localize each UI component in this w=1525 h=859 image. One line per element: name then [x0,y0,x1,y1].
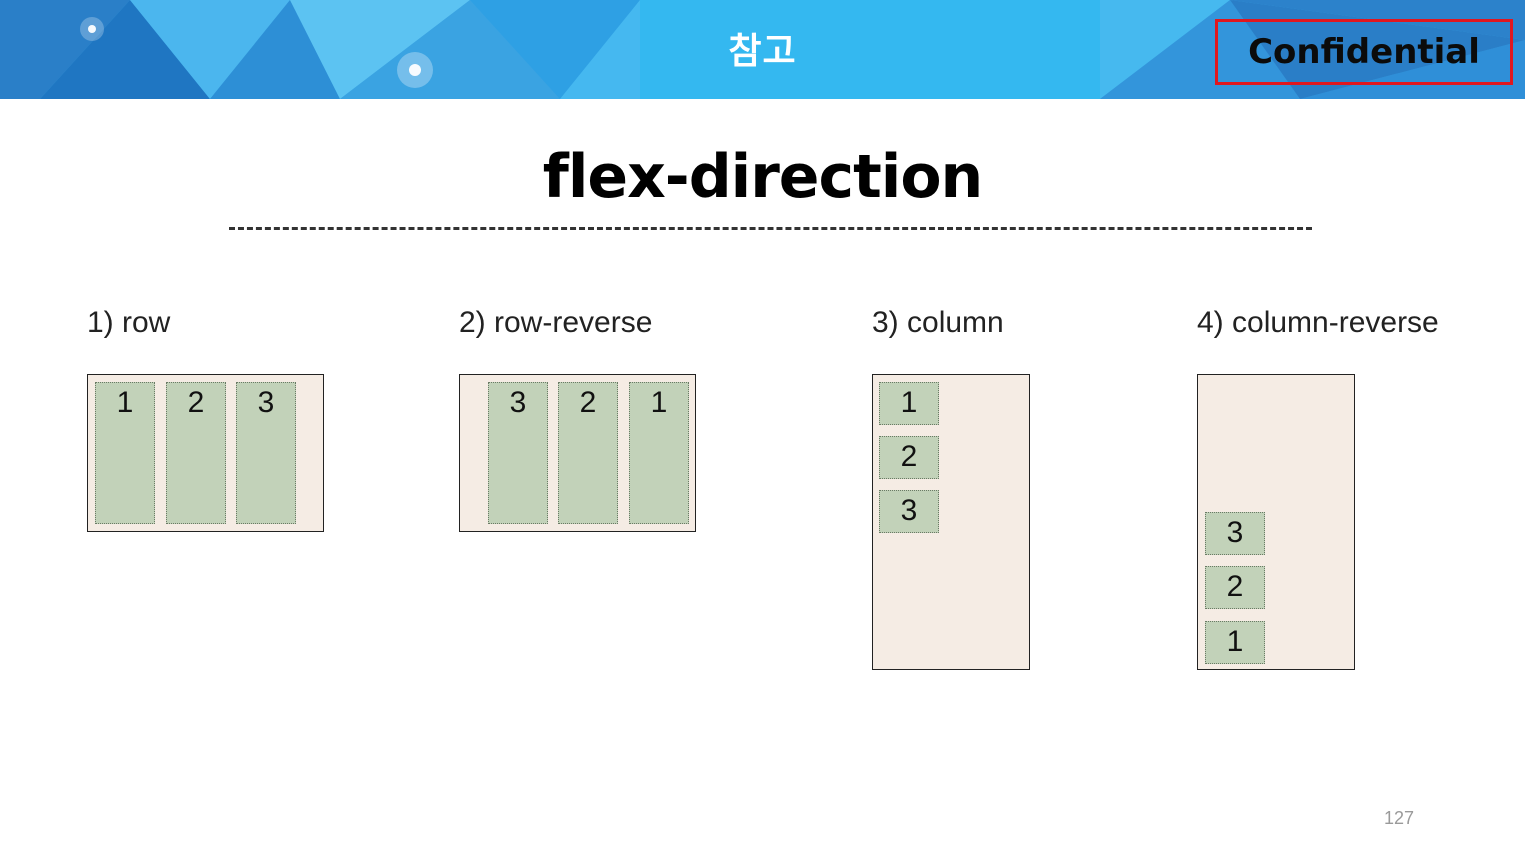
example-label-row: 1) row [87,306,171,339]
flex-item: 3 [879,490,939,533]
page-title: flex-direction [542,142,984,212]
flex-item: 2 [166,382,226,524]
example-label-column: 3) column [872,306,1004,339]
flex-item: 3 [488,382,548,524]
flex-item: 3 [1205,512,1265,555]
flex-container-row: 1 2 3 [87,374,324,532]
flex-container-column-reverse: 3 2 1 [1197,374,1355,670]
flex-item: 2 [1205,566,1265,609]
flex-item: 1 [1205,621,1265,664]
flex-item: 2 [558,382,618,524]
page-number: 127 [1384,808,1415,828]
flex-container-row-reverse: 3 2 1 [459,374,696,532]
flex-container-column: 1 2 3 [872,374,1030,670]
header-banner: 참고 Confidential [0,0,1525,99]
confidential-badge: Confidential [1215,19,1513,85]
example-label-column-reverse: 4) column-reverse [1197,306,1439,339]
flex-item: 1 [95,382,155,524]
flex-item: 1 [629,382,689,524]
flex-item: 2 [879,436,939,479]
flex-item: 1 [879,382,939,425]
title-divider [229,227,1312,230]
flex-item: 3 [236,382,296,524]
example-label-row-reverse: 2) row-reverse [459,306,653,339]
slide: 참고 Confidential flex-direction 1) row 1 … [0,0,1525,859]
